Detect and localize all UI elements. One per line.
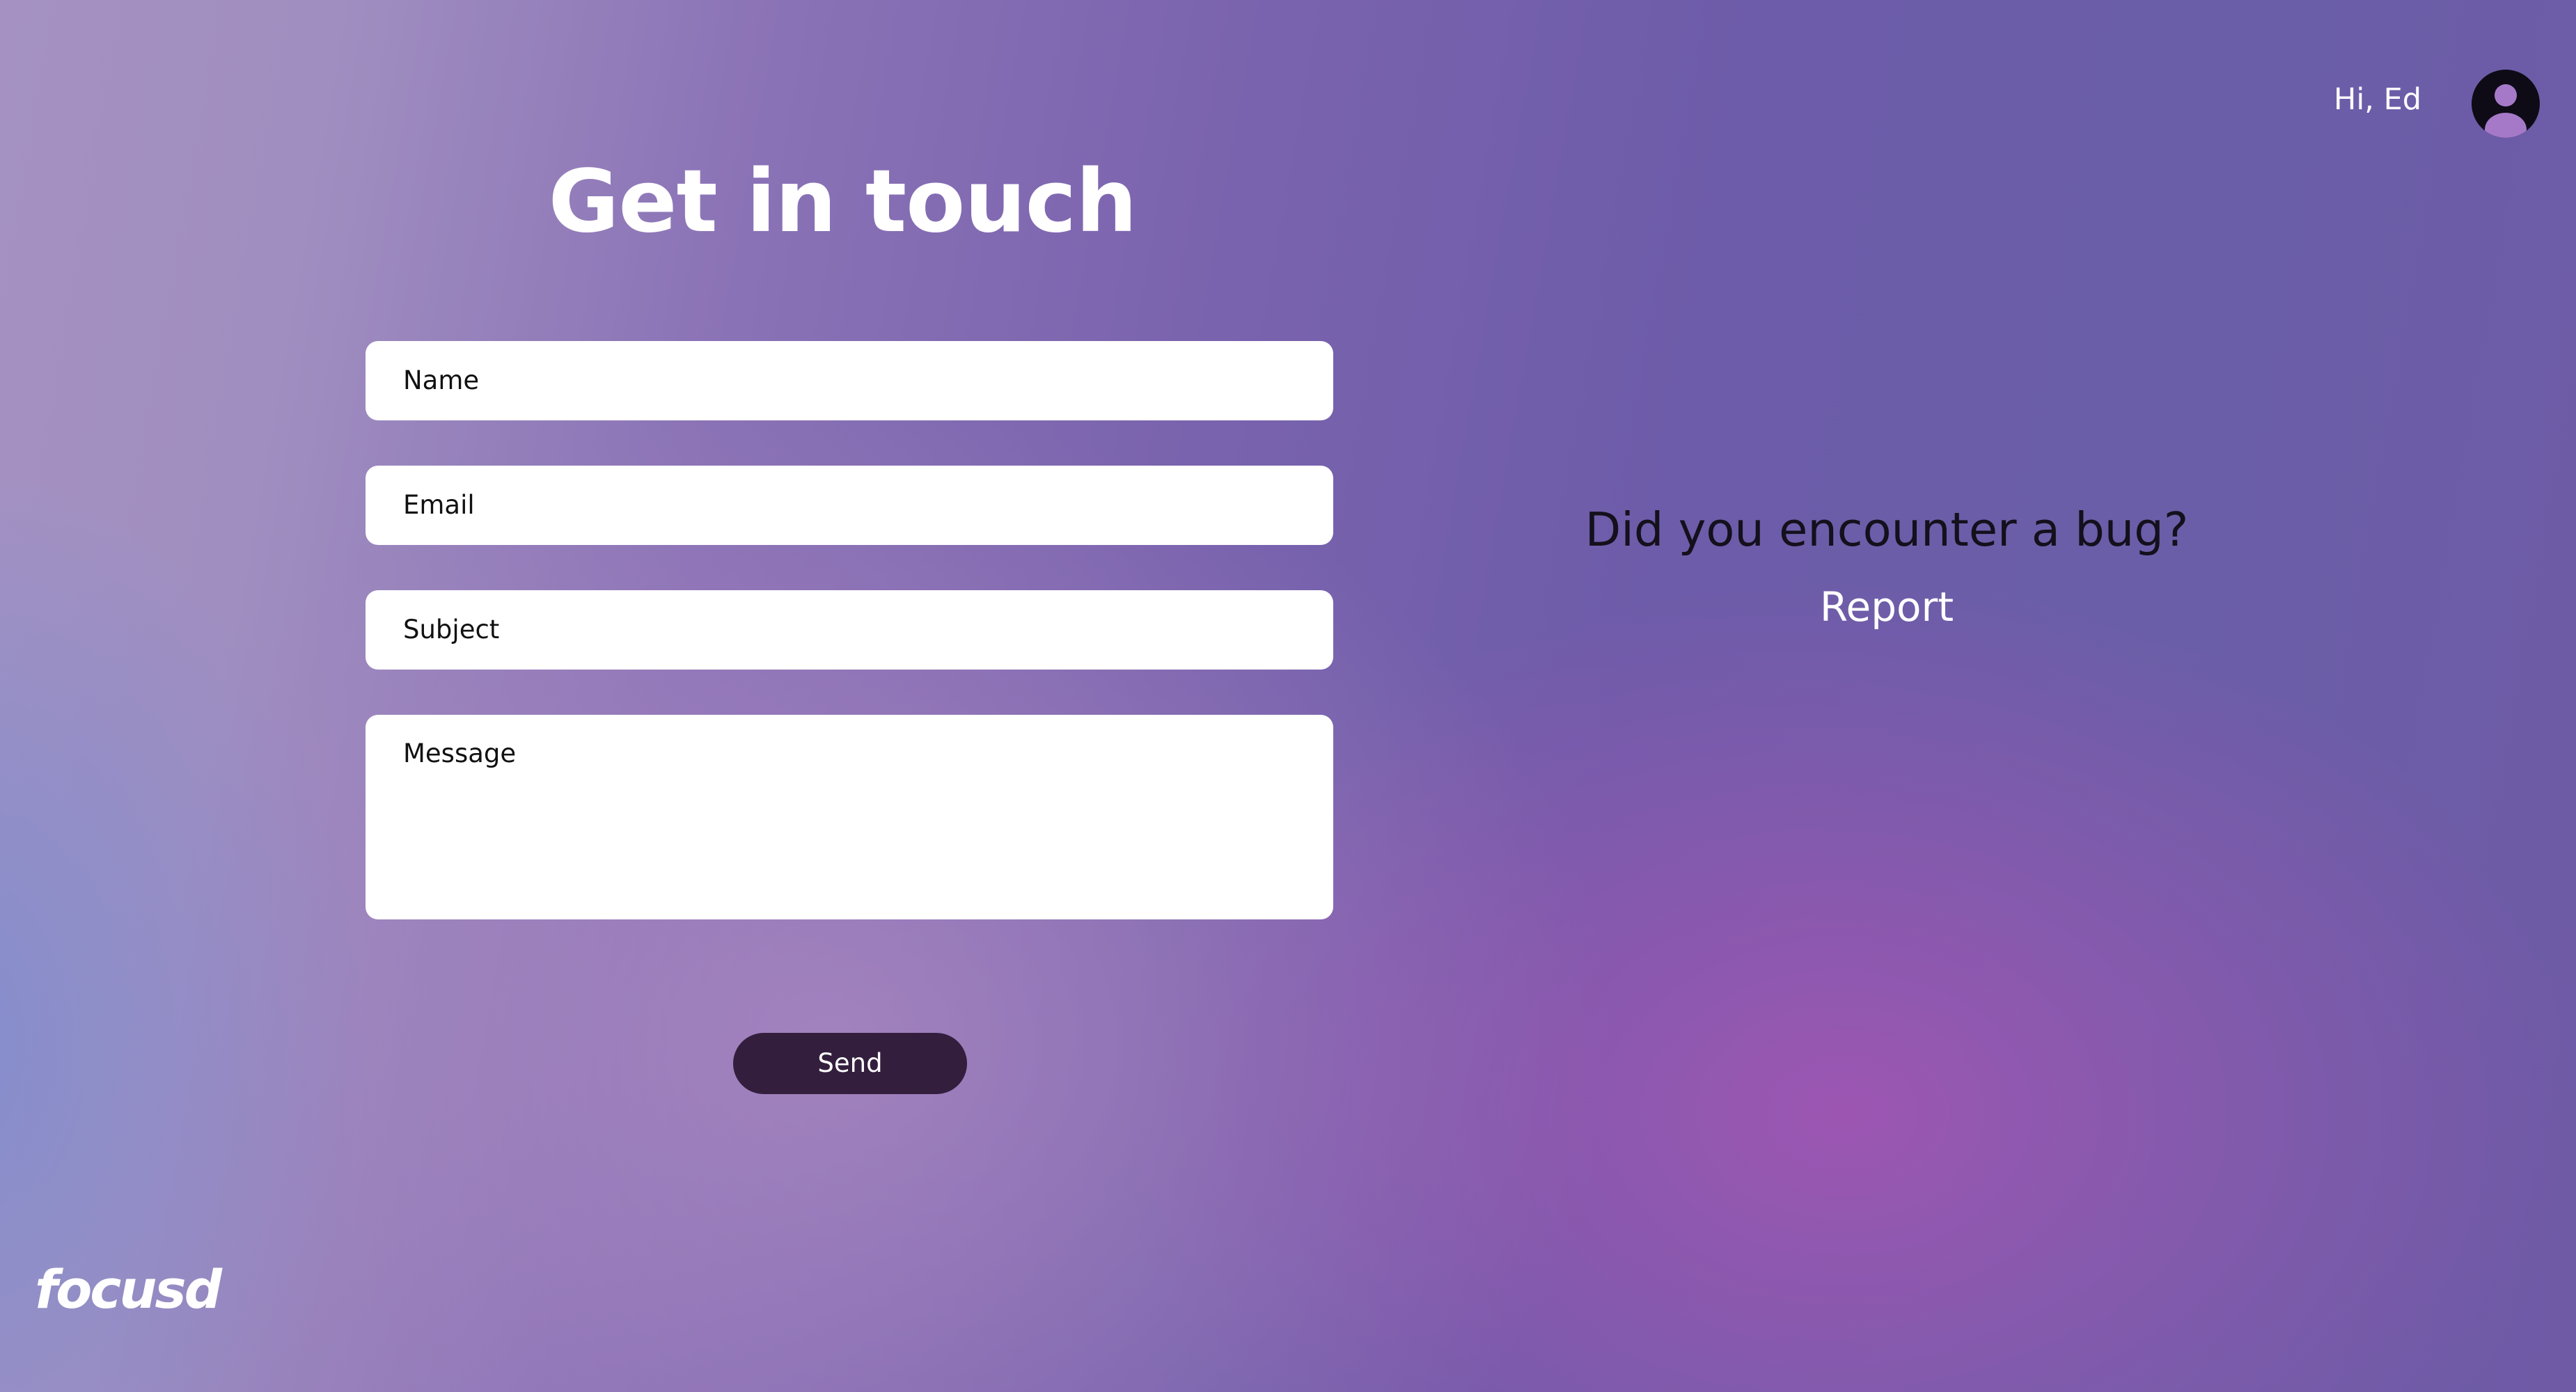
bug-question-text: Did you encounter a bug? bbox=[1585, 503, 2189, 557]
message-textarea[interactable]: Message bbox=[366, 715, 1333, 919]
email-input[interactable]: Email bbox=[366, 466, 1333, 545]
focusd-logo: focusd bbox=[35, 1258, 222, 1320]
user-avatar-icon[interactable] bbox=[2472, 70, 2540, 138]
message-placeholder: Message bbox=[403, 738, 517, 768]
greeting-text: Hi, Ed bbox=[2334, 82, 2422, 117]
report-link[interactable]: Report bbox=[1782, 583, 1991, 631]
subject-input[interactable]: Subject bbox=[366, 590, 1333, 670]
page-title: Get in touch bbox=[548, 152, 1138, 252]
subject-placeholder: Subject bbox=[403, 615, 500, 644]
email-placeholder: Email bbox=[403, 490, 475, 520]
send-button[interactable]: Send bbox=[733, 1033, 967, 1094]
name-placeholder: Name bbox=[403, 365, 480, 395]
avatar-silhouette bbox=[2485, 84, 2527, 138]
name-input[interactable]: Name bbox=[366, 341, 1333, 420]
